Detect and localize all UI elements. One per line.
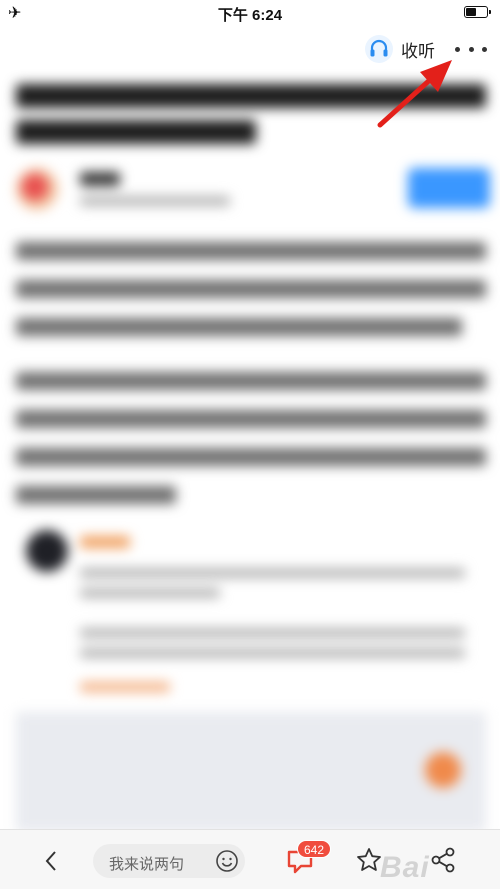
bottom-toolbar: 我来说两句 642 Bai <box>0 829 500 889</box>
body-line <box>16 318 462 336</box>
battery-fill <box>466 8 476 16</box>
blurred-article <box>0 72 500 832</box>
watermark: Bai <box>380 851 430 884</box>
comment-placeholder: 我来说两句 <box>109 856 185 873</box>
orange-badge <box>425 752 461 788</box>
body-line <box>16 372 486 390</box>
comment-count-badge: 642 <box>297 840 332 858</box>
more-dot <box>455 46 460 52</box>
embedded-line <box>80 588 220 598</box>
author-meta <box>80 196 230 206</box>
embedded-line <box>80 628 465 638</box>
headphones-icon <box>365 35 393 63</box>
star-icon[interactable] <box>355 846 383 874</box>
embedded-image <box>16 712 486 832</box>
status-bar: ✈ 下午 6:24 <box>0 0 500 26</box>
title-line <box>16 120 256 144</box>
follow-button[interactable] <box>408 168 490 208</box>
title-line <box>16 84 486 108</box>
body-line <box>16 242 486 260</box>
listen-button[interactable]: 收听 <box>364 34 435 64</box>
more-dot <box>482 46 487 52</box>
embedded-name <box>80 536 130 548</box>
more-button[interactable] <box>455 38 487 60</box>
author-avatar <box>16 168 58 210</box>
embedded-link <box>80 682 170 692</box>
emoji-icon[interactable] <box>215 849 239 873</box>
body-line <box>16 448 486 466</box>
embedded-line <box>80 568 465 578</box>
embedded-line <box>80 648 465 658</box>
embedded-avatar <box>26 530 68 572</box>
comment-input[interactable]: 我来说两句 <box>93 844 245 878</box>
share-icon[interactable] <box>430 846 456 874</box>
body-line <box>16 280 486 298</box>
battery-icon <box>464 6 491 18</box>
body-line <box>16 486 176 504</box>
author-name <box>80 172 120 186</box>
listen-label: 收听 <box>401 41 435 61</box>
back-icon[interactable] <box>38 846 64 876</box>
body-line <box>16 410 486 428</box>
more-dot <box>468 46 474 52</box>
status-time: 下午 6:24 <box>217 7 283 24</box>
